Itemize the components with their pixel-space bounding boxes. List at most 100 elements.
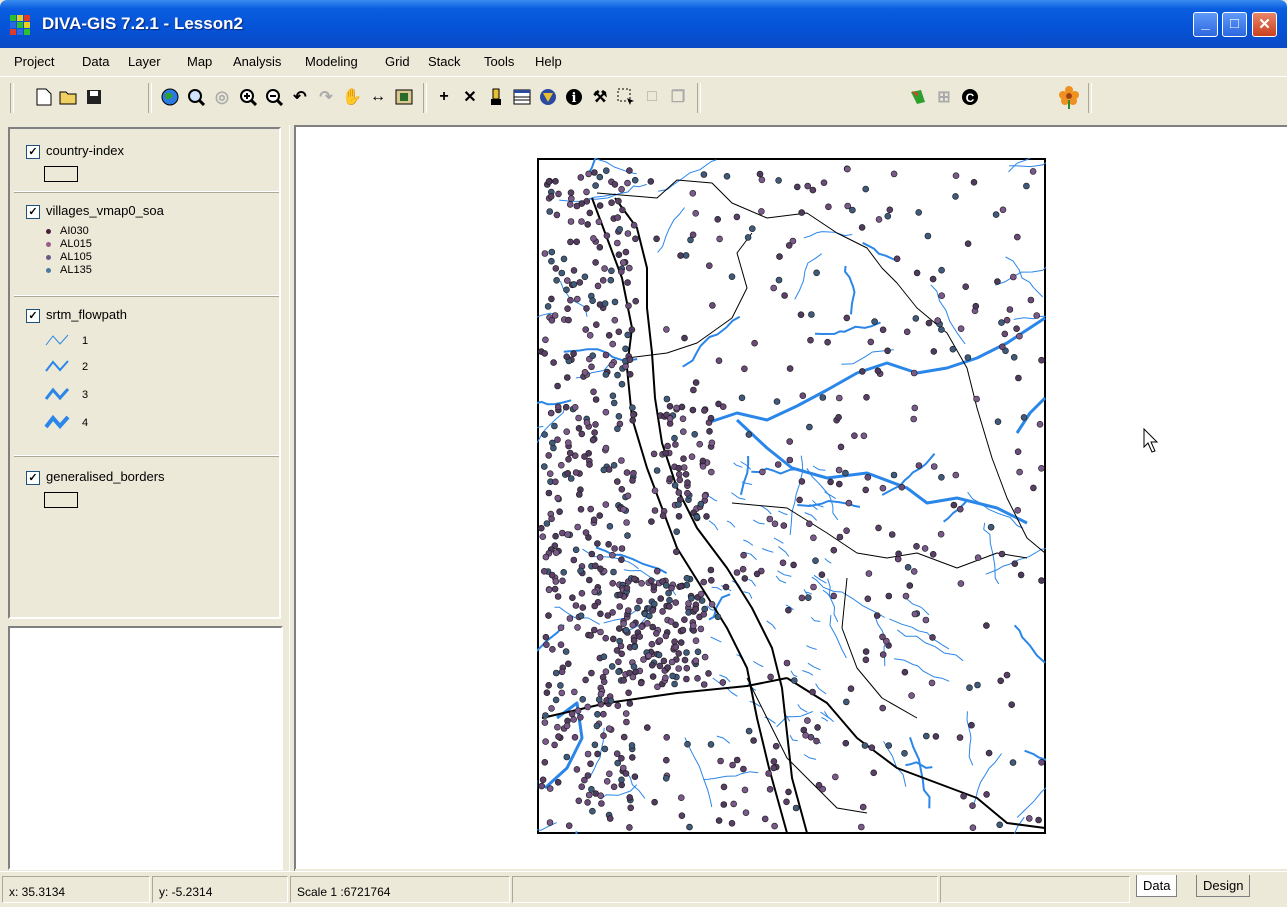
village-point <box>563 374 571 381</box>
village-point <box>686 823 693 831</box>
village-point <box>559 577 566 585</box>
full-extent-icon[interactable] <box>158 85 182 109</box>
layer-country-index[interactable]: ✓ country-index <box>14 131 279 192</box>
village-point <box>552 478 559 486</box>
undo-zoom-icon[interactable]: ↶ <box>288 85 312 109</box>
village-point <box>657 595 664 602</box>
village-point <box>542 738 549 745</box>
open-icon[interactable] <box>57 85 81 109</box>
measure-icon[interactable]: ↔ <box>366 85 390 109</box>
select-rect-icon[interactable] <box>614 85 638 109</box>
village-point <box>577 713 584 721</box>
layer-generalised-borders[interactable]: ✓ generalised_borders <box>14 457 279 517</box>
menu-modeling[interactable]: Modeling <box>305 54 358 69</box>
layer-visibility-checkbox[interactable]: ✓ <box>26 145 40 159</box>
menu-project[interactable]: Project <box>14 54 54 69</box>
village-point <box>950 501 958 509</box>
map-design-icon[interactable] <box>906 85 930 109</box>
redo-zoom-icon[interactable]: ↷ <box>314 85 338 109</box>
village-point <box>985 749 993 757</box>
village-point <box>585 170 592 178</box>
village-point <box>663 733 670 741</box>
maximize-icon: □ <box>1229 15 1240 32</box>
menu-help[interactable]: Help <box>535 54 562 69</box>
toolbar-separator <box>697 83 701 113</box>
village-point <box>563 286 570 294</box>
layer-villages[interactable]: ✓ villages_vmap0_soa AI030 AL015 AL105 A… <box>14 191 279 296</box>
village-point <box>584 799 591 806</box>
village-point <box>582 676 589 684</box>
village-point <box>835 466 843 474</box>
village-point <box>719 403 727 410</box>
village-point <box>596 512 604 519</box>
village-point <box>605 540 612 548</box>
village-point <box>615 668 622 676</box>
maximize-button[interactable]: □ <box>1222 12 1247 37</box>
tab-data[interactable]: Data <box>1136 875 1178 897</box>
village-point <box>567 189 575 197</box>
village-point <box>780 522 788 529</box>
village-point <box>862 486 870 494</box>
menu-layer[interactable]: Layer <box>128 54 161 69</box>
attribute-table-icon[interactable] <box>510 85 534 109</box>
map-extent[interactable] <box>537 158 1046 834</box>
menu-tools[interactable]: Tools <box>484 54 514 69</box>
village-point <box>565 316 572 324</box>
village-point <box>708 600 716 608</box>
minimize-button[interactable]: _ <box>1193 12 1218 37</box>
flower-icon[interactable] <box>1057 85 1081 109</box>
village-point <box>545 681 552 689</box>
menu-analysis[interactable]: Analysis <box>233 54 281 69</box>
village-point <box>998 343 1006 351</box>
village-point <box>864 473 872 481</box>
menu-grid[interactable]: Grid <box>385 54 410 69</box>
add-point-icon[interactable]: + <box>432 85 456 109</box>
grid-icon[interactable]: ⊞ <box>932 85 956 109</box>
village-point <box>616 591 624 599</box>
layer-visibility-checkbox[interactable]: ✓ <box>26 309 40 323</box>
delete-icon[interactable]: ✕ <box>458 85 482 109</box>
select-feature-icon[interactable] <box>484 85 508 109</box>
layer-visibility-checkbox[interactable]: ✓ <box>26 205 40 219</box>
export-icon[interactable] <box>392 85 416 109</box>
query-icon[interactable] <box>536 85 560 109</box>
zoom-selected-icon[interactable]: ◎ <box>210 85 234 109</box>
village-point <box>842 698 850 706</box>
village-point <box>723 172 731 180</box>
zoom-out-icon[interactable] <box>262 85 286 109</box>
village-point <box>671 481 679 489</box>
village-point <box>656 662 664 670</box>
village-point <box>587 760 594 768</box>
village-point <box>603 232 611 239</box>
zoom-in-icon[interactable] <box>236 85 260 109</box>
clear-selection-icon[interactable]: □ <box>640 85 664 109</box>
close-button[interactable]: ✕ <box>1252 12 1277 37</box>
overview-map[interactable] <box>8 626 283 870</box>
village-point <box>770 764 777 772</box>
zoom-to-layer-icon[interactable] <box>184 85 208 109</box>
copy-icon[interactable]: ❐ <box>666 85 690 109</box>
village-point <box>677 582 685 590</box>
village-point <box>564 439 572 447</box>
menu-map[interactable]: Map <box>187 54 212 69</box>
tools-icon[interactable]: ⚒ <box>588 85 612 109</box>
layer-visibility-checkbox[interactable]: ✓ <box>26 471 40 485</box>
menu-stack[interactable]: Stack <box>428 54 461 69</box>
village-point <box>766 785 774 793</box>
pan-icon[interactable]: ✋ <box>340 85 364 109</box>
village-point <box>552 177 559 185</box>
layer-srtm-flowpath[interactable]: ✓ srtm_flowpath 1 2 3 4 <box>14 295 279 456</box>
toolbar-separator <box>423 83 427 113</box>
menu-data[interactable]: Data <box>82 54 109 69</box>
tab-design[interactable]: Design <box>1196 875 1251 897</box>
c-icon[interactable]: C <box>958 85 982 109</box>
new-icon[interactable] <box>32 85 56 109</box>
village-point <box>874 367 882 375</box>
info-icon[interactable]: i <box>562 85 586 109</box>
village-point <box>707 741 715 748</box>
village-point <box>540 567 548 575</box>
village-point <box>700 171 708 178</box>
save-icon[interactable] <box>82 85 106 109</box>
village-point <box>804 594 812 602</box>
village-point <box>1008 701 1016 709</box>
